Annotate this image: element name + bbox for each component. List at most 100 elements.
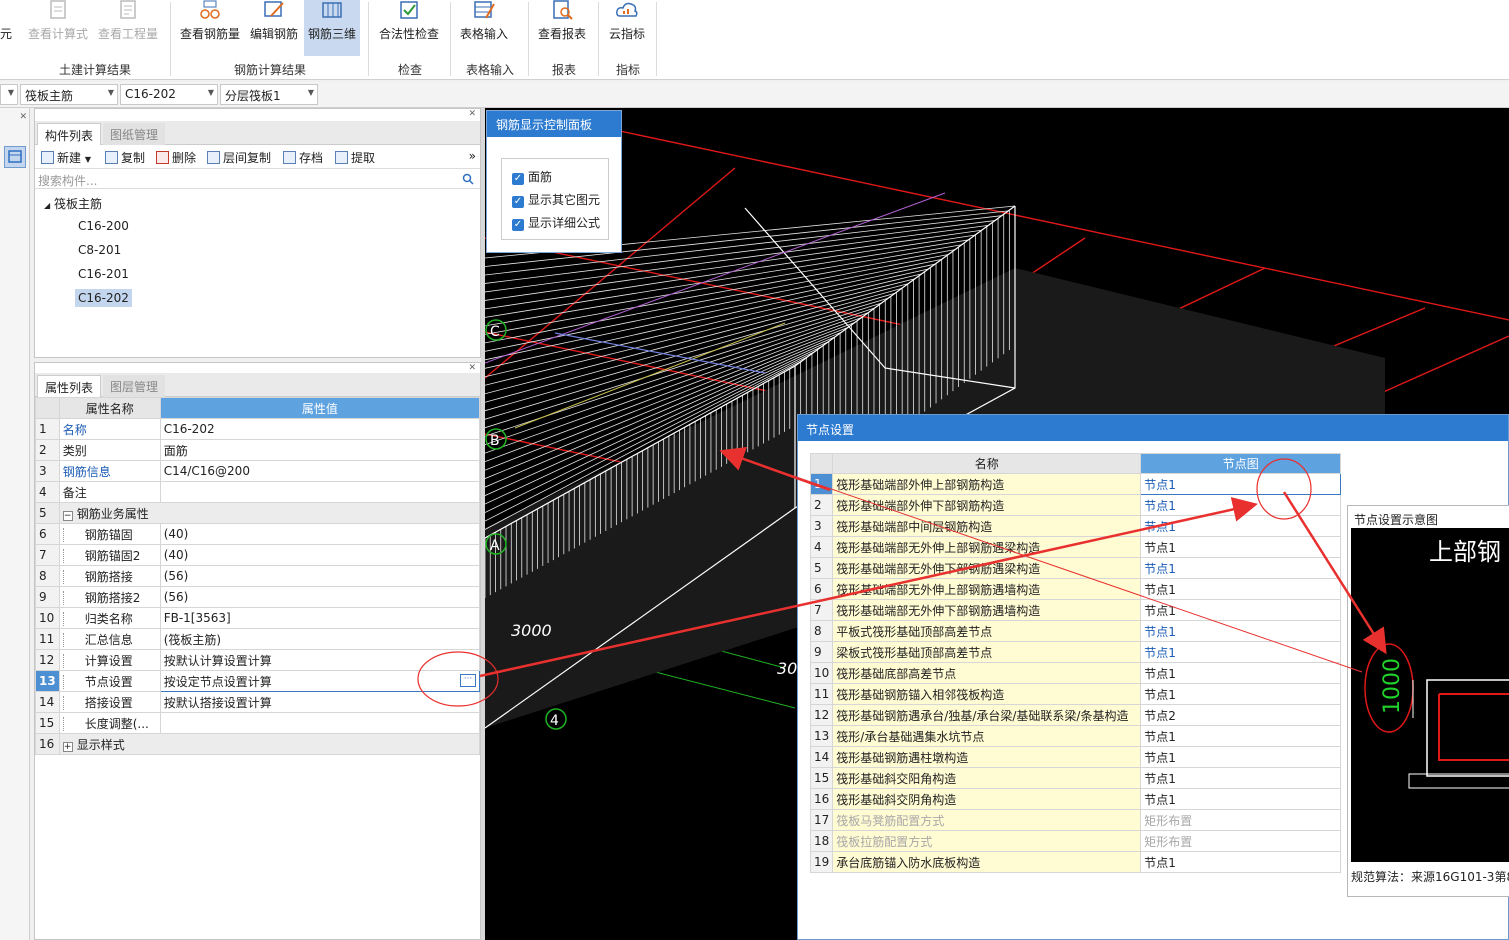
property-value[interactable]: (56) xyxy=(159,565,481,587)
expand-icon[interactable]: + xyxy=(62,741,73,752)
table-row[interactable]: 11 汇总信息 (筏板主筋) xyxy=(35,628,481,650)
view-rebar-quantity-button[interactable]: 查看钢筋量 xyxy=(178,0,242,56)
node-diagram-value[interactable]: 节点1 xyxy=(1140,641,1342,663)
property-value[interactable]: (筏板主筋) xyxy=(159,628,481,650)
property-value[interactable]: C16-202 xyxy=(159,418,481,440)
table-row-selected[interactable]: 1 筏形基础端部外伸上部钢筋构造 节点1 xyxy=(809,473,1342,495)
validity-check-button[interactable]: 合法性检查 xyxy=(374,0,444,56)
checkbox-show-other-elements[interactable]: ✓ 显示其它图元 xyxy=(512,191,600,208)
table-row[interactable]: 8 平板式筏形基础顶部高差节点 节点1 xyxy=(809,620,1342,642)
table-row[interactable]: 17 筏板马凳筋配置方式 矩形布置 xyxy=(809,809,1342,831)
tree-root[interactable]: ◢ 筏板主筋 xyxy=(41,193,105,214)
search-icon[interactable] xyxy=(462,173,474,185)
ellipsis-button[interactable]: ··· xyxy=(460,674,476,687)
table-row[interactable]: 15 筏形基础斜交阳角构造 节点1 xyxy=(809,767,1342,789)
node-diagram-value[interactable]: 节点1 xyxy=(1140,767,1342,789)
table-row[interactable]: 4 筏形基础端部无外伸上部钢筋遇梁构造 节点1 xyxy=(809,536,1342,558)
node-diagram-value[interactable]: 节点1 xyxy=(1140,557,1342,579)
rebar-3d-button[interactable]: 钢筋三维 xyxy=(304,0,360,56)
table-row[interactable]: 4 备注 xyxy=(35,481,481,503)
property-value[interactable]: (40) xyxy=(159,523,481,545)
table-row[interactable]: 14 筏形基础钢筋遇柱墩构造 节点1 xyxy=(809,746,1342,768)
table-row[interactable]: 16 筏形基础斜交阴角构造 节点1 xyxy=(809,788,1342,810)
collapse-icon[interactable]: − xyxy=(62,510,73,521)
first-selector[interactable]: ▼ xyxy=(0,84,18,105)
node-diagram-value[interactable]: 节点1 xyxy=(1140,599,1342,621)
table-row-group[interactable]: 5− 钢筋业务属性 xyxy=(35,502,481,524)
property-value[interactable]: (40) xyxy=(159,544,481,566)
component-search[interactable]: 搜索构件... xyxy=(35,169,480,189)
table-row[interactable]: 3 筏形基础端部中间层钢筋构造 节点1 xyxy=(809,515,1342,537)
table-row[interactable]: 19 承台底筋锚入防水底板构造 节点1 xyxy=(809,851,1342,873)
tab-layer-management[interactable]: 图层管理 xyxy=(103,375,166,397)
node-diagram-value[interactable]: 节点2 xyxy=(1140,704,1342,726)
node-diagram-value[interactable]: 节点1 xyxy=(1140,725,1342,747)
table-row[interactable]: 12 计算设置 按默认计算设置计算 xyxy=(35,649,481,671)
table-row-selected[interactable]: 13 节点设置 按设定节点设置计算 ··· xyxy=(35,670,481,692)
table-row[interactable]: 10 归类名称 FB-1[3563] xyxy=(35,607,481,629)
table-row[interactable]: 7 钢筋锚固2 (40) xyxy=(35,544,481,566)
table-row[interactable]: 5 筏形基础端部无外伸下部钢筋遇梁构造 节点1 xyxy=(809,557,1342,579)
property-value[interactable]: C14/C16@200 xyxy=(159,460,481,482)
table-row[interactable]: 14 搭接设置 按默认搭接设置计算 xyxy=(35,691,481,713)
tree-item[interactable]: C16-201 xyxy=(75,265,132,283)
node-diagram-value[interactable]: 节点1 xyxy=(1140,683,1342,705)
property-value[interactable]: FB-1[3563] xyxy=(159,607,481,629)
tree-item-selected[interactable]: C16-202 xyxy=(75,289,132,307)
view-report-button[interactable]: 查看报表 xyxy=(534,0,590,56)
tree-item[interactable]: C8-201 xyxy=(75,241,124,259)
axis-marker-4[interactable]: 4 xyxy=(545,708,567,730)
table-row[interactable]: 2 类别 面筋 xyxy=(35,439,481,461)
node-diagram-value[interactable]: 节点1 xyxy=(1140,473,1342,495)
floor-copy-button[interactable]: 层间复制 xyxy=(207,149,271,166)
property-value[interactable] xyxy=(159,712,481,734)
node-diagram-value[interactable]: 节点1 xyxy=(1140,620,1342,642)
node-diagram-value[interactable]: 矩形布置 xyxy=(1140,830,1342,852)
table-row[interactable]: 13 筏形/承台基础遇集水坑节点 节点1 xyxy=(809,725,1342,747)
view-formula-button[interactable]: 查看计算式 xyxy=(26,0,90,56)
table-row[interactable]: 7 筏形基础端部无外伸下部钢筋遇墙构造 节点1 xyxy=(809,599,1342,621)
tree-item[interactable]: C16-200 xyxy=(75,217,132,235)
layer-select[interactable]: 分层筏板1 ▼ xyxy=(220,84,318,105)
tab-property-list[interactable]: 属性列表 xyxy=(37,375,102,397)
tab-drawing-management[interactable]: 图纸管理 xyxy=(103,123,166,145)
node-diagram-value[interactable]: 节点1 xyxy=(1140,578,1342,600)
node-diagram-value[interactable]: 节点1 xyxy=(1140,536,1342,558)
component-type-select[interactable]: 筏板主筋 ▼ xyxy=(20,84,118,105)
node-setting-value[interactable]: 按设定节点设置计算 ··· xyxy=(159,670,481,692)
close-icon[interactable]: ✕ xyxy=(468,109,476,119)
property-value[interactable]: 面筋 xyxy=(159,439,481,461)
table-row[interactable]: 11 筏形基础钢筋锚入相邻筏板构造 节点1 xyxy=(809,683,1342,705)
delete-button[interactable]: 删除 xyxy=(156,149,196,166)
table-row[interactable]: 1 名称 C16-202 xyxy=(35,418,481,440)
close-icon[interactable]: ✕ xyxy=(468,363,476,373)
property-value[interactable]: (56) xyxy=(159,586,481,608)
edit-rebar-button[interactable]: 编辑钢筋 xyxy=(246,0,302,56)
axis-marker-c[interactable]: C xyxy=(485,319,507,341)
table-row[interactable]: 6 筏形基础端部无外伸上部钢筋遇墙构造 节点1 xyxy=(809,578,1342,600)
ribbon-partial-button[interactable]: 元 xyxy=(0,0,12,56)
table-row[interactable]: 12 筏形基础钢筋遇承台/独基/承台梁/基础联系梁/条基构造 节点2 xyxy=(809,704,1342,726)
tab-component-list[interactable]: 构件列表 xyxy=(37,123,102,145)
table-row[interactable]: 15 长度调整(... xyxy=(35,712,481,734)
node-diagram-value[interactable]: 节点1 xyxy=(1140,851,1342,873)
node-diagram-value[interactable]: 节点1 xyxy=(1140,494,1342,516)
view-quantity-button[interactable]: 查看工程量 xyxy=(96,0,160,56)
nav-panel-toggle[interactable] xyxy=(4,146,26,168)
property-value[interactable] xyxy=(159,481,481,503)
property-value[interactable]: 按默认搭接设置计算 xyxy=(159,691,481,713)
table-row-group[interactable]: 16 + 显示样式 xyxy=(35,733,481,755)
expand-icon[interactable]: ◢ xyxy=(44,201,50,210)
node-diagram-value[interactable]: 节点1 xyxy=(1140,662,1342,684)
archive-button[interactable]: 存档 xyxy=(283,149,323,166)
checkbox-show-formula[interactable]: ✓ 显示详细公式 xyxy=(512,214,600,231)
table-row[interactable]: 2 筏形基础端部外伸下部钢筋构造 节点1 xyxy=(809,494,1342,516)
close-icon[interactable]: ✕ xyxy=(19,112,27,122)
new-button[interactable]: 新建 ▼ xyxy=(41,149,91,166)
more-icon[interactable]: » xyxy=(469,149,476,163)
extract-button[interactable]: 提取 xyxy=(335,149,375,166)
node-diagram-value[interactable]: 节点1 xyxy=(1140,515,1342,537)
table-row[interactable]: 9 梁板式筏形基础顶部高差节点 节点1 xyxy=(809,641,1342,663)
component-name-select[interactable]: C16-202 ▼ xyxy=(120,84,218,105)
copy-button[interactable]: 复制 xyxy=(105,149,145,166)
